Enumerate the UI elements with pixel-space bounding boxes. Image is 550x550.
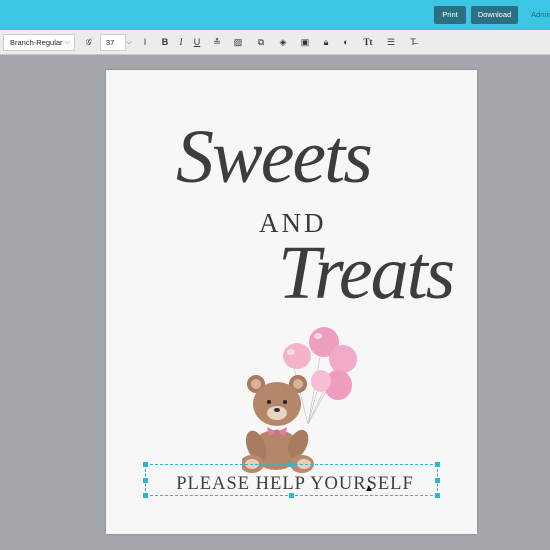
bold-icon[interactable]: B (159, 36, 171, 49)
resize-handle-right[interactable] (435, 478, 440, 483)
resize-handle-left[interactable] (143, 478, 148, 483)
title-treats[interactable]: Treats (278, 230, 455, 317)
image-icon[interactable]: ▨ (232, 36, 244, 49)
mouse-cursor-icon: ▲ (364, 483, 374, 494)
download-button[interactable]: Download (471, 6, 518, 24)
resize-handle-top[interactable] (289, 462, 294, 467)
underline-icon[interactable]: U (191, 36, 203, 49)
print-button[interactable]: Print (434, 6, 466, 24)
italic-icon[interactable]: I (175, 36, 187, 49)
text-selection-box[interactable] (145, 464, 438, 496)
color-icon[interactable]: ◐ (340, 36, 352, 49)
line-height-icon[interactable]: Ι (139, 36, 151, 49)
font-style-icon[interactable]: 𝒢 (82, 36, 94, 49)
title-sweets[interactable]: Sweets (176, 114, 373, 201)
top-bar: Print Download Admin (0, 0, 550, 30)
font-family-select[interactable]: Branch-Regular ⌵ (3, 34, 75, 51)
resize-handle-bottom-right[interactable] (435, 493, 440, 498)
resize-handle-top-right[interactable] (435, 462, 440, 467)
font-family-value: Branch-Regular (10, 38, 63, 47)
align-icon[interactable]: ≛ (211, 36, 223, 49)
text-size-icon[interactable]: Tt (362, 36, 374, 49)
font-size-chevron-icon[interactable]: ⌵ (125, 34, 133, 51)
text-toolbar: Branch-Regular ⌵ 𝒢 37 ⌵ Ι B I U ≛ ▨ ⧉ ◈ … (0, 30, 550, 55)
font-size-input[interactable]: 37 (100, 34, 126, 51)
list-icon[interactable]: ☰ (385, 36, 397, 49)
resize-handle-bottom[interactable] (289, 493, 294, 498)
duplicate-icon[interactable]: ⧉ (255, 36, 267, 49)
resize-handle-bottom-left[interactable] (143, 493, 148, 498)
teddy-bear-balloons-image[interactable] (242, 324, 366, 474)
layers-icon[interactable]: ◈ (277, 36, 289, 49)
resize-handle-top-left[interactable] (143, 462, 148, 467)
admin-link[interactable]: Admin (531, 6, 550, 24)
chevron-down-icon: ⌵ (64, 39, 70, 46)
lock-icon[interactable]: 🔒︎ (320, 36, 332, 49)
clear-format-icon[interactable]: T̶ (407, 36, 419, 49)
delete-icon[interactable]: ▣ (299, 36, 311, 49)
